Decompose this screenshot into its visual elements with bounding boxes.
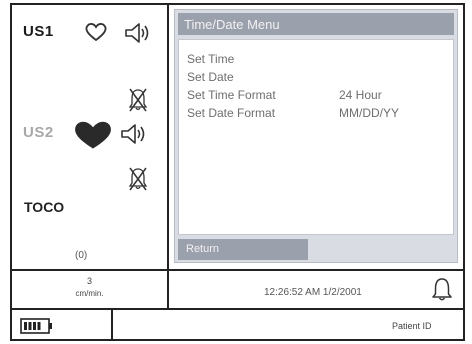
- menu-item-set-time[interactable]: Set Time: [187, 52, 234, 66]
- column-divider: [167, 5, 169, 269]
- menu-item-set-time-format[interactable]: Set Time Format: [187, 88, 276, 102]
- alarm-off-icon: [128, 167, 148, 191]
- heart-outline-icon: [85, 23, 107, 42]
- battery-icon: [20, 318, 52, 334]
- toco-zero-label: (0): [75, 250, 88, 261]
- time-format-value: 24 Hour: [339, 88, 382, 102]
- speaker-icon[interactable]: [120, 123, 146, 145]
- menu-list: Set Time Set Date Set Time Format 24 Hou…: [178, 39, 454, 235]
- us2-label: US2: [23, 124, 54, 141]
- menu-item-set-date[interactable]: Set Date: [187, 70, 234, 84]
- alarm-off-icon: [128, 88, 148, 112]
- status-column-divider: [167, 271, 169, 308]
- return-button[interactable]: Return: [178, 239, 308, 260]
- bell-icon[interactable]: [430, 276, 454, 302]
- menu-title: Time/Date Menu: [178, 13, 454, 35]
- heart-filled-icon: [75, 121, 111, 149]
- patient-id-label[interactable]: Patient ID: [392, 321, 432, 331]
- toco-label: TOCO: [24, 199, 65, 215]
- date-format-value: MM/DD/YY: [339, 106, 399, 120]
- footer-column-divider: [111, 310, 113, 339]
- date-time-readout: 12:26:52 AM 1/2/2001: [264, 287, 362, 298]
- menu-item-set-date-format[interactable]: Set Date Format: [187, 106, 275, 120]
- paper-speed-unit: cm/min.: [75, 289, 104, 298]
- speaker-icon[interactable]: [124, 22, 150, 44]
- us1-label: US1: [23, 23, 54, 40]
- paper-speed-value: 3: [86, 276, 92, 286]
- paper-speed-indicator: 3 cm/min.: [12, 271, 167, 308]
- footer-divider: [12, 308, 463, 310]
- time-date-menu: Time/Date Menu Set Time Set Date Set Tim…: [174, 9, 458, 263]
- monitor-screen: US1 US2 TOCO (0) Time/Date Menu Set Time…: [10, 3, 465, 341]
